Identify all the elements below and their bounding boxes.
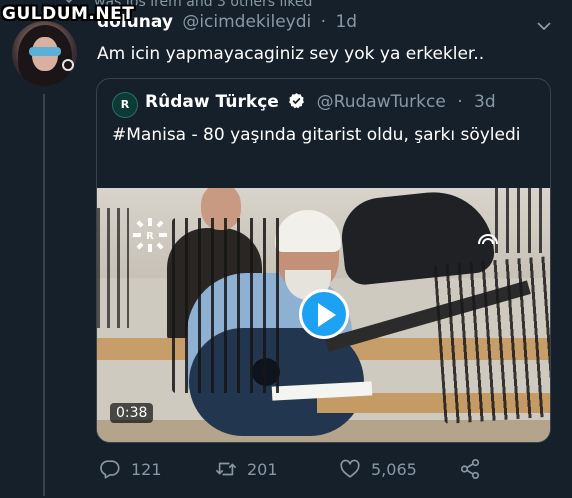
quoted-tweet[interactable]: R Rûdaw Türkçe @RudawTurkce · 3d #Manisa… (96, 78, 551, 443)
tweet-text: Am icin yapmayacaginiz sey yok ya erkekl… (97, 44, 485, 64)
verified-badge-icon (289, 93, 305, 109)
quoted-separator: · (457, 92, 463, 112)
chevron-down-icon[interactable] (537, 21, 551, 31)
reply-count: 121 (131, 459, 162, 479)
timestamp[interactable]: 1d (335, 12, 357, 32)
aa-logo-icon (478, 234, 498, 245)
share-icon (460, 459, 480, 479)
quoted-handle[interactable]: @RudawTurkce (317, 92, 446, 112)
tweet-actions: 121 201 5,065 (97, 457, 537, 483)
share-button[interactable] (459, 457, 491, 481)
video-player[interactable]: R 0:38 (97, 188, 550, 442)
avatar[interactable] (12, 21, 77, 86)
quoted-text: #Manisa - 80 yaşında gitarist oldu, şark… (112, 125, 521, 145)
reply-icon (100, 460, 120, 479)
quoted-avatar-letter: R (120, 98, 130, 111)
like-button[interactable]: 5,065 (339, 457, 417, 481)
handle[interactable]: @icimdekileydi (182, 12, 311, 32)
video-duration: 0:38 (110, 403, 154, 423)
retweet-count: 201 (247, 459, 278, 479)
quoted-timestamp[interactable]: 3d (474, 92, 496, 112)
heart-icon (340, 459, 360, 478)
svg-text:R: R (146, 231, 154, 242)
reply-button[interactable]: 121 (99, 457, 162, 481)
retweet-button[interactable]: 201 (215, 457, 278, 481)
watermark-text: GULDUM.NET (2, 4, 135, 24)
quoted-header: Rûdaw Türkçe @RudawTurkce · 3d (145, 92, 496, 112)
separator: · (320, 12, 327, 32)
thread-line (43, 94, 45, 496)
rudaw-logo-icon: R (133, 218, 167, 252)
retweet-icon (216, 462, 236, 476)
like-count: 5,065 (371, 459, 417, 479)
quoted-display-name[interactable]: Rûdaw Türkçe (145, 92, 279, 112)
play-button[interactable] (299, 289, 349, 339)
quoted-avatar[interactable]: R (112, 92, 138, 118)
play-icon (318, 303, 336, 327)
tweet-header: dolunay @icimdekileydi · 1d (97, 12, 357, 32)
